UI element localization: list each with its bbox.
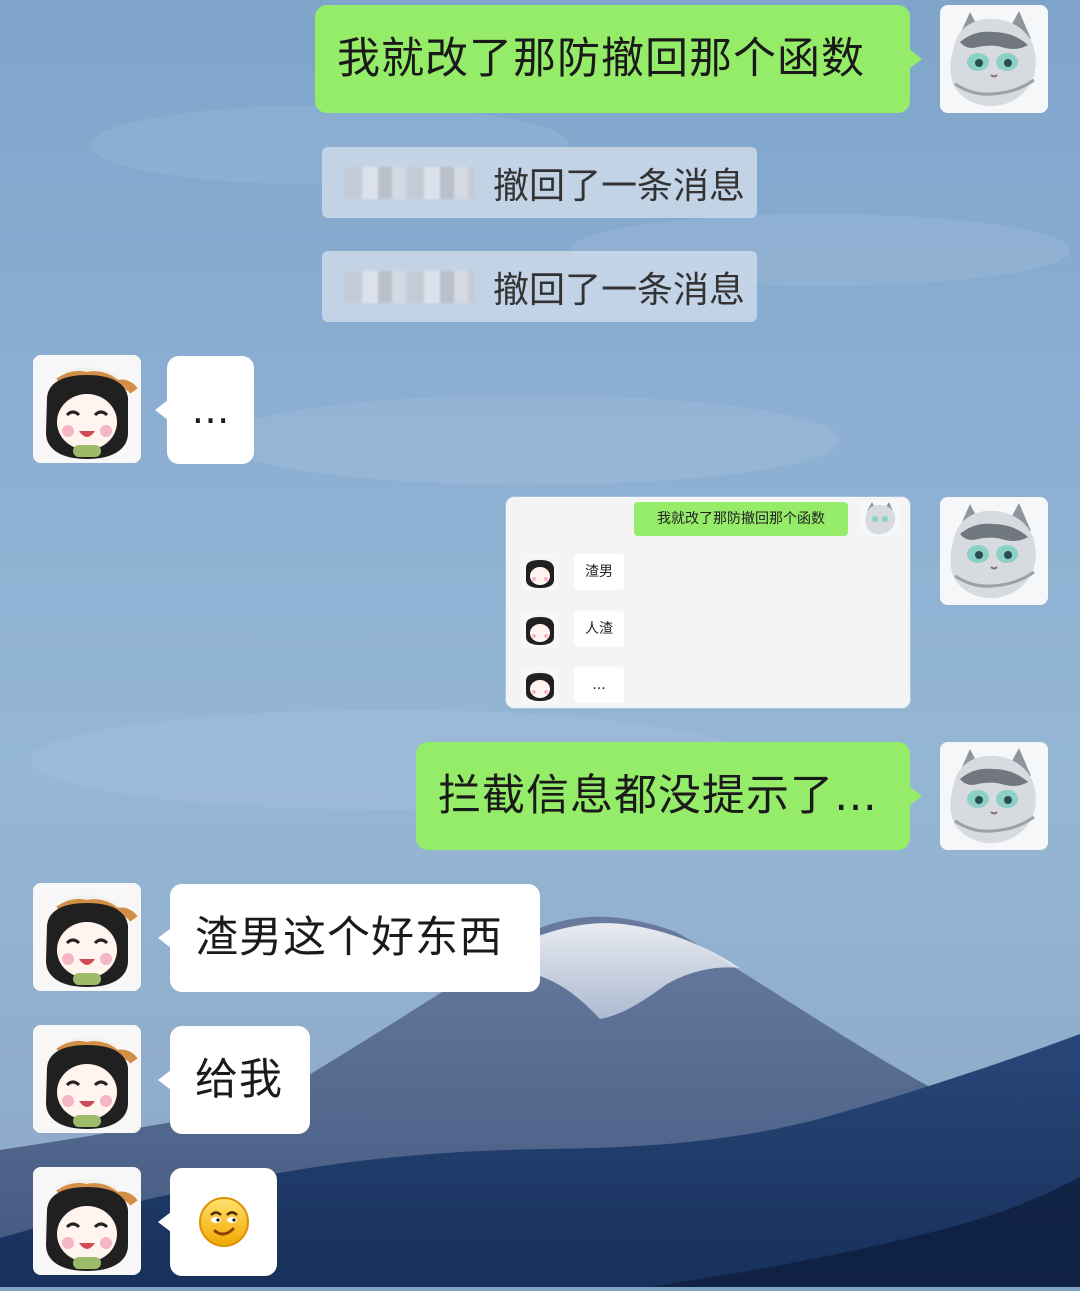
cat-avatar-icon — [940, 742, 1048, 850]
boy-cat-hat-avatar-icon — [33, 355, 141, 463]
mini-reply-text: 人渣 — [585, 621, 613, 637]
boy-cat-hat-avatar-icon — [33, 883, 141, 991]
bubble-tail — [158, 928, 171, 948]
message-bubble-4[interactable]: 渣男这个好东西 — [158, 884, 540, 992]
mini-reply-text: 渣男 — [585, 564, 613, 580]
message-text: 给我 — [195, 1054, 283, 1105]
boy-cat-hat-avatar-icon — [33, 1167, 141, 1275]
mini-cat-avatar-icon — [862, 500, 898, 536]
system-recall-notice-2: 撤回了一条消息 — [322, 251, 757, 322]
avatar-self-2[interactable] — [940, 497, 1048, 605]
mini-reply-3: ... — [574, 667, 624, 703]
bubble-tail — [158, 1070, 171, 1090]
system-text: 撤回了一条消息 — [492, 269, 745, 311]
message-bubble-6[interactable] — [158, 1168, 277, 1276]
message-text: 我就改了那防撤回那个函数 — [337, 33, 865, 84]
avatar-other-4[interactable] — [33, 1167, 141, 1275]
mini-reply-2: 人渣 — [574, 611, 624, 647]
bubble-tail — [158, 1212, 171, 1232]
smirk-emoji — [198, 1197, 249, 1247]
message-text: 渣男这个好东西 — [195, 912, 503, 963]
message-text: 拦截信息都没提示了… — [438, 770, 878, 821]
message-bubble-1[interactable]: 我就改了那防撤回那个函数 — [315, 5, 922, 113]
quoted-image-line: 我就改了那防撤回那个函数 — [634, 502, 848, 536]
avatar-other-2[interactable] — [33, 883, 141, 991]
bubble-tail — [909, 786, 922, 806]
bubble-tail — [155, 400, 168, 420]
mini-boy-avatar-icon — [522, 554, 558, 590]
message-text: … — [191, 388, 230, 432]
mini-reply-1: 渣男 — [574, 554, 624, 590]
avatar-self-1[interactable] — [940, 5, 1048, 113]
mini-avatar-other-3 — [522, 667, 558, 703]
cat-avatar-icon — [940, 5, 1048, 113]
message-bubble-5[interactable]: 给我 — [158, 1026, 310, 1134]
boy-cat-hat-avatar-icon — [33, 1025, 141, 1133]
mini-avatar-self — [862, 500, 898, 536]
mini-avatar-other-1 — [522, 554, 558, 590]
cat-avatar-icon — [940, 497, 1048, 605]
quoted-line-text: 我就改了那防撤回那个函数 — [657, 511, 825, 527]
system-recall-notice-1: 撤回了一条消息 — [322, 147, 757, 218]
avatar-other-1[interactable] — [33, 355, 141, 463]
blurred-name-icon — [344, 270, 475, 303]
bubble-tail — [909, 49, 922, 69]
mini-boy-avatar-icon — [522, 611, 558, 647]
system-text: 撤回了一条消息 — [492, 165, 745, 207]
mini-boy-avatar-icon — [522, 667, 558, 703]
mini-reply-text: ... — [592, 677, 606, 693]
mini-avatar-other-2 — [522, 611, 558, 647]
message-bubble-2[interactable]: … — [155, 356, 254, 464]
avatar-other-3[interactable] — [33, 1025, 141, 1133]
blurred-name-icon — [344, 166, 475, 199]
message-bubble-3[interactable]: 拦截信息都没提示了… — [416, 742, 922, 850]
image-message[interactable]: 我就改了那防撤回那个函数 渣男 人渣 ... — [506, 497, 910, 708]
avatar-self-3[interactable] — [940, 742, 1048, 850]
